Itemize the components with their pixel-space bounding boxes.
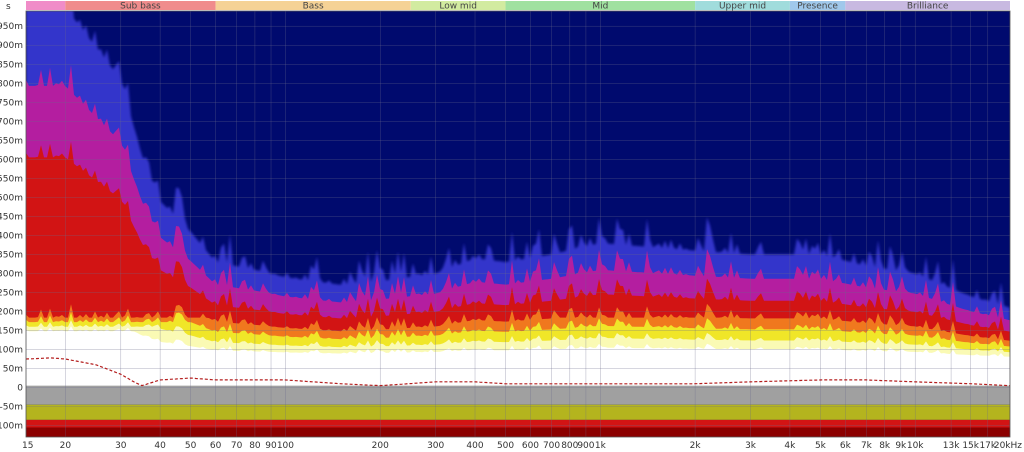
x-tick-label: 5k xyxy=(815,441,827,451)
x-tick-label: 9k xyxy=(895,441,907,451)
x-tick-label: 15 xyxy=(22,441,33,451)
y-tick-label: 750m xyxy=(0,98,23,108)
y-tick-label: 550m xyxy=(0,174,23,184)
band-label: Mid xyxy=(592,2,608,12)
y-tick-label: 0 xyxy=(17,384,23,394)
band-strip: Sub bass Bass Low mid Mid Upper mid Presence B… xyxy=(26,1,1010,12)
x-tick-label: 30 xyxy=(115,441,127,451)
y-tick-label: 200m xyxy=(0,307,23,317)
y-tick-label: 250m xyxy=(0,288,23,298)
x-tick-label: 80 xyxy=(249,441,261,451)
floor-band-dark-red xyxy=(26,427,1010,437)
x-tick-label: 15k xyxy=(962,441,979,451)
floor-band-red xyxy=(26,419,1010,428)
x-tick-label: 600 xyxy=(522,441,539,451)
x-tick-label: 13k xyxy=(943,441,960,451)
y-tick-label: 300m xyxy=(0,269,23,279)
x-tick-label: 8k xyxy=(879,441,891,451)
x-tick-label: 2k xyxy=(690,441,702,451)
x-tick-label: 3k xyxy=(745,441,757,451)
y-tick-label: 600m xyxy=(0,155,23,165)
y-tick-label: 900m xyxy=(0,41,23,51)
x-tick-label: 7k xyxy=(861,441,873,451)
x-tick-label: 100 xyxy=(277,441,294,451)
y-axis-unit-label: s xyxy=(6,2,11,12)
band-label: Brilliance xyxy=(907,2,949,12)
x-tick-label: 60 xyxy=(210,441,222,451)
x-tick-label: 300 xyxy=(427,441,444,451)
y-tick-label: -100m xyxy=(0,422,23,432)
y-tick-label: 650m xyxy=(0,136,23,146)
x-tick-label: 800 xyxy=(561,441,578,451)
x-tick-label: 20kHz xyxy=(994,441,1022,451)
band-label: Low mid xyxy=(439,2,477,12)
x-tick-label: 40 xyxy=(154,441,166,451)
y-axis-ticks: 950m 900m 850m 800m 750m 700m 650m 600m 550m 500m… xyxy=(0,22,23,431)
y-tick-label: 50m xyxy=(3,365,23,375)
x-tick-label: 500 xyxy=(497,441,514,451)
x-tick-label: 200 xyxy=(372,441,389,451)
y-tick-label: 450m xyxy=(0,212,23,222)
x-tick-label: 900 xyxy=(577,441,594,451)
x-tick-label: 400 xyxy=(466,441,483,451)
x-tick-label: 700 xyxy=(543,441,560,451)
y-tick-label: 400m xyxy=(0,231,23,241)
x-tick-label: 50 xyxy=(185,441,197,451)
band-label: Sub bass xyxy=(120,2,161,12)
x-tick-label: 6k xyxy=(840,441,852,451)
waterfall-chart: Sub bass Bass Low mid Mid Upper mid Presence B… xyxy=(0,1,1022,451)
x-tick-label: 1k xyxy=(595,441,607,451)
x-axis-ticks: 15 20 30 40 50 60 70 80 90 100 200 300 400 500 600 700 8… xyxy=(22,441,1022,451)
band-label: Upper mid xyxy=(719,2,766,12)
x-tick-label: 70 xyxy=(231,441,243,451)
floor-band-olive xyxy=(26,404,1010,420)
x-tick-label: 10k xyxy=(907,441,924,451)
y-tick-label: 100m xyxy=(0,346,23,356)
x-tick-label: 4k xyxy=(784,441,796,451)
y-tick-label: 500m xyxy=(0,193,23,203)
x-tick-label: 20 xyxy=(60,441,72,451)
y-tick-label: 150m xyxy=(0,327,23,337)
band-0 xyxy=(26,1,66,10)
band-label: Presence xyxy=(797,2,838,12)
x-tick-label: 90 xyxy=(265,441,277,451)
y-tick-label: 850m xyxy=(0,60,23,70)
y-tick-label: 800m xyxy=(0,79,23,89)
y-tick-label: 950m xyxy=(0,22,23,32)
y-tick-label: -50m xyxy=(0,403,23,413)
y-tick-label: 350m xyxy=(0,250,23,260)
band-label: Bass xyxy=(303,2,324,12)
y-tick-label: 700m xyxy=(0,117,23,127)
floor-band-gray xyxy=(26,385,1010,405)
